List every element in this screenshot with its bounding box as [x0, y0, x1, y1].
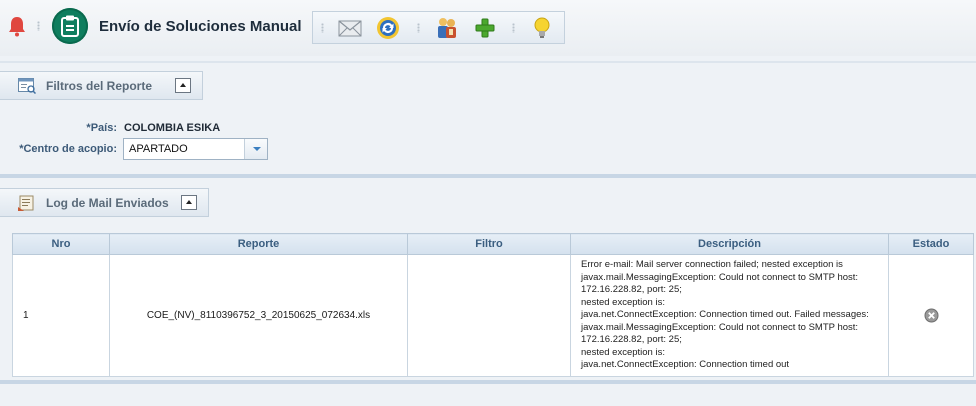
cell-nro: 1 [12, 254, 110, 377]
report-filter-icon [18, 78, 36, 94]
error-circle-icon [924, 308, 938, 323]
column-header-nro[interactable]: Nro [12, 233, 110, 255]
add-icon[interactable] [472, 15, 498, 41]
column-header-filtro[interactable]: Filtro [407, 233, 571, 255]
table-row[interactable]: 1 COE_(NV)_8110396752_3_20150625_072634.… [12, 254, 974, 377]
grip-icon [37, 21, 40, 31]
descripcion-line: javax.mail.MessagingException: Could not… [581, 271, 859, 283]
descripcion-line: java.net.ConnectException: Connection ti… [581, 309, 869, 320]
grip-icon [321, 23, 324, 33]
centro-acopio-select[interactable]: APARTADO [123, 138, 268, 160]
pais-label: *País: [86, 122, 117, 134]
header-divider [0, 61, 976, 63]
toolbar [312, 11, 565, 44]
descripcion-line: 172.16.228.82, port: 25; [581, 284, 682, 295]
mail-icon[interactable] [337, 15, 363, 41]
cell-filtro [407, 254, 571, 377]
filters-collapse-button[interactable] [175, 78, 191, 93]
mail-log-table: Nro Reporte Filtro Descripción Estado 1 … [12, 233, 974, 377]
descripcion-line: java.net.ConnectException: Connection ti… [581, 359, 790, 370]
log-section-header: Log de Mail Enviados [0, 188, 209, 217]
column-header-descripcion[interactable]: Descripción [570, 233, 889, 255]
app-header: Envío de Soluciones Manual [0, 0, 976, 56]
descripcion-line: Error e-mail: Mail server connection fai… [581, 259, 843, 270]
bottom-divider [0, 380, 976, 384]
cell-estado [888, 254, 974, 377]
lightbulb-icon[interactable] [529, 15, 555, 41]
table-header-row: Nro Reporte Filtro Descripción Estado [12, 233, 974, 255]
log-section-title: Log de Mail Enviados [46, 196, 169, 210]
filters-section-title: Filtros del Reporte [46, 79, 153, 93]
descripcion-line: nested exception is: [581, 296, 665, 308]
column-header-estado[interactable]: Estado [888, 233, 974, 255]
filters-section-header: Filtros del Reporte [0, 71, 203, 100]
page-title: Envío de Soluciones Manual [99, 18, 302, 35]
descripcion-line: nested exception is: [581, 346, 665, 358]
chevron-down-icon[interactable] [244, 139, 267, 159]
centro-acopio-selected-value: APARTADO [129, 143, 188, 155]
clipboard-icon [52, 8, 88, 44]
pais-value: COLOMBIA ESIKA [124, 122, 221, 134]
users-icon[interactable] [434, 15, 460, 41]
grip-icon [512, 23, 515, 33]
log-collapse-button[interactable] [181, 195, 197, 210]
descripcion-line: 172.16.228.82, port: 25; [581, 334, 682, 345]
column-header-reporte[interactable]: Reporte [109, 233, 408, 255]
centro-acopio-label: *Centro de acopio: [19, 143, 117, 155]
section-divider [0, 174, 976, 178]
refresh-icon[interactable] [375, 15, 401, 41]
mail-log-icon [18, 195, 34, 211]
bell-icon[interactable] [7, 15, 27, 37]
cell-reporte: COE_(NV)_8110396752_3_20150625_072634.xl… [109, 254, 408, 377]
grip-icon [417, 23, 420, 33]
cell-descripcion: Error e-mail: Mail server connection fai… [570, 254, 889, 377]
descripcion-line: javax.mail.MessagingException: Could not… [581, 321, 859, 333]
